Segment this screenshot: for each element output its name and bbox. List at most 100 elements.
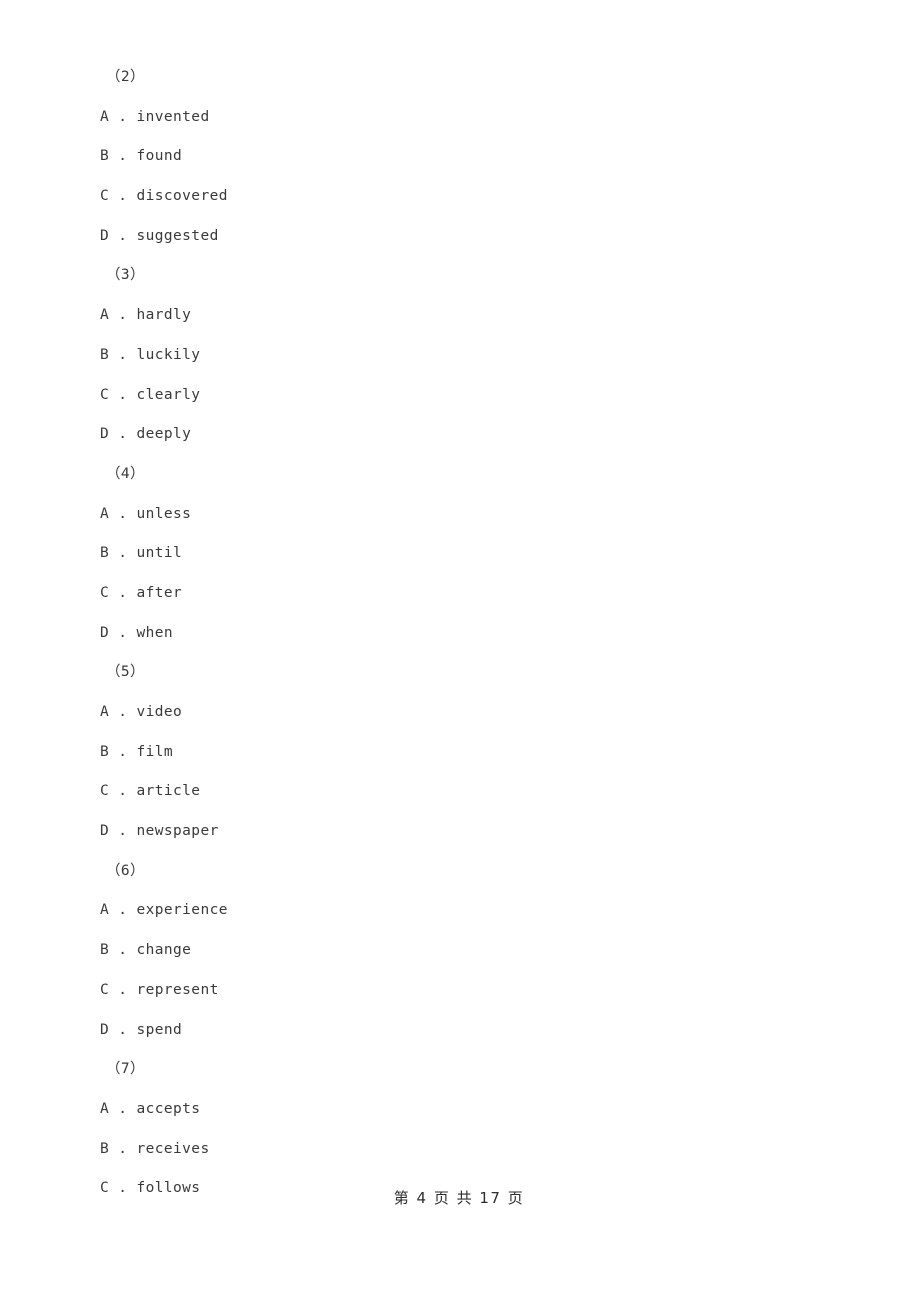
answer-option[interactable]: A . experience [100, 891, 800, 931]
question-number: （5） [106, 664, 145, 681]
option-letter: A [100, 307, 110, 324]
option-separator: . [109, 1100, 137, 1117]
answer-option[interactable]: C . discovered [100, 177, 800, 217]
option-letter: C [100, 188, 110, 205]
answer-option[interactable]: B . found [100, 137, 800, 177]
option-separator: . [109, 386, 137, 403]
answer-option[interactable]: A . invented [100, 98, 800, 138]
option-letter: D [100, 426, 110, 443]
option-letter: D [100, 1021, 110, 1038]
answer-option[interactable]: D . suggested [100, 217, 800, 257]
option-text: luckily [136, 346, 201, 363]
option-separator: . [109, 981, 137, 998]
option-separator: . [109, 505, 137, 522]
option-letter: C [100, 981, 110, 998]
option-text: newspaper [136, 823, 219, 840]
question-number: （4） [106, 465, 145, 482]
question-group: （4） A . unless B . until C . after D . when [100, 455, 800, 653]
option-separator: . [109, 823, 137, 840]
option-letter: B [100, 743, 110, 760]
answer-option[interactable]: D . when [100, 614, 800, 654]
question-group: （3） A . hardly B . luckily C . clearly D . d… [100, 256, 800, 454]
page-footer: 第 4 页 共 17 页 [0, 1187, 920, 1208]
option-text: film [136, 743, 174, 760]
option-separator: . [109, 704, 137, 720]
answer-option[interactable]: A . hardly [100, 296, 800, 336]
option-letter: B [100, 1140, 110, 1157]
option-separator: . [109, 227, 137, 244]
option-separator: . [109, 148, 137, 165]
option-letter: A [100, 108, 110, 125]
option-text: suggested [136, 227, 219, 244]
option-letter: C [100, 584, 110, 601]
option-text: unless [136, 505, 192, 522]
option-text: until [136, 545, 183, 562]
answer-option[interactable]: A . video [100, 693, 800, 733]
answer-option[interactable]: B . change [100, 931, 800, 971]
option-separator: . [109, 1021, 137, 1038]
option-text: found [136, 148, 183, 165]
answer-option[interactable]: D . newspaper [100, 812, 800, 852]
option-text: spend [136, 1021, 183, 1038]
option-letter: C [100, 783, 110, 800]
option-separator: . [109, 584, 137, 601]
answer-option[interactable]: A . unless [100, 495, 800, 535]
option-letter: D [100, 227, 110, 244]
answer-option[interactable]: A . accepts [100, 1090, 800, 1130]
answer-option[interactable]: D . spend [100, 1011, 800, 1051]
option-separator: . [109, 743, 137, 760]
option-text: video [136, 704, 183, 720]
option-letter: A [100, 505, 110, 522]
option-separator: . [109, 902, 137, 919]
option-letter: A [100, 1100, 110, 1117]
option-separator: . [109, 426, 137, 443]
answer-option[interactable]: B . film [100, 733, 800, 773]
option-separator: . [109, 307, 137, 324]
question-list: （2） A . invented B . found C . discovered D … [100, 58, 800, 1209]
question-group: （2） A . invented B . found C . discovered D … [100, 58, 800, 256]
option-text: deeply [136, 426, 192, 443]
option-letter: B [100, 346, 110, 363]
option-text: invented [136, 108, 210, 125]
option-separator: . [109, 545, 137, 562]
option-letter: D [100, 624, 110, 641]
option-text: change [136, 942, 192, 959]
option-text: accepts [136, 1100, 201, 1117]
answer-option[interactable]: C . after [100, 574, 800, 614]
answer-option[interactable]: C . represent [100, 971, 800, 1011]
question-number: （3） [106, 267, 145, 284]
option-text: after [136, 584, 183, 601]
question-group: （6） A . experience B . change C . represent… [100, 852, 800, 1050]
answer-option[interactable]: C . article [100, 772, 800, 812]
answer-option[interactable]: B . receives [100, 1130, 800, 1170]
answer-option[interactable]: B . luckily [100, 336, 800, 376]
option-text: receives [136, 1140, 210, 1157]
option-separator: . [109, 346, 137, 363]
option-letter: B [100, 545, 110, 562]
answer-option[interactable]: B . until [100, 534, 800, 574]
option-letter: A [100, 704, 110, 720]
option-letter: B [100, 942, 110, 959]
option-separator: . [109, 624, 137, 641]
option-text: hardly [136, 307, 192, 324]
question-number: （7） [106, 1061, 145, 1078]
option-text: discovered [136, 188, 228, 205]
option-separator: . [109, 942, 137, 959]
document-page: （2） A . invented B . found C . discovered D … [0, 0, 920, 1302]
option-separator: . [109, 188, 137, 205]
option-separator: . [109, 783, 137, 800]
option-text: article [136, 783, 201, 800]
question-number: （2） [106, 69, 145, 85]
option-letter: A [100, 902, 110, 919]
answer-option[interactable]: D . deeply [100, 415, 800, 455]
option-text: experience [136, 902, 228, 919]
option-separator: . [109, 108, 137, 125]
question-group: （5） A . video B . film C . article D . newsp… [100, 653, 800, 851]
option-text: when [136, 624, 174, 641]
option-letter: C [100, 386, 110, 403]
question-group: （7） A . accepts B . receives C . follows [100, 1050, 800, 1209]
page-number-text: 第 4 页 共 17 页 [393, 1189, 525, 1207]
question-number: （6） [106, 862, 145, 879]
answer-option[interactable]: C . clearly [100, 376, 800, 416]
option-text: represent [136, 981, 219, 998]
